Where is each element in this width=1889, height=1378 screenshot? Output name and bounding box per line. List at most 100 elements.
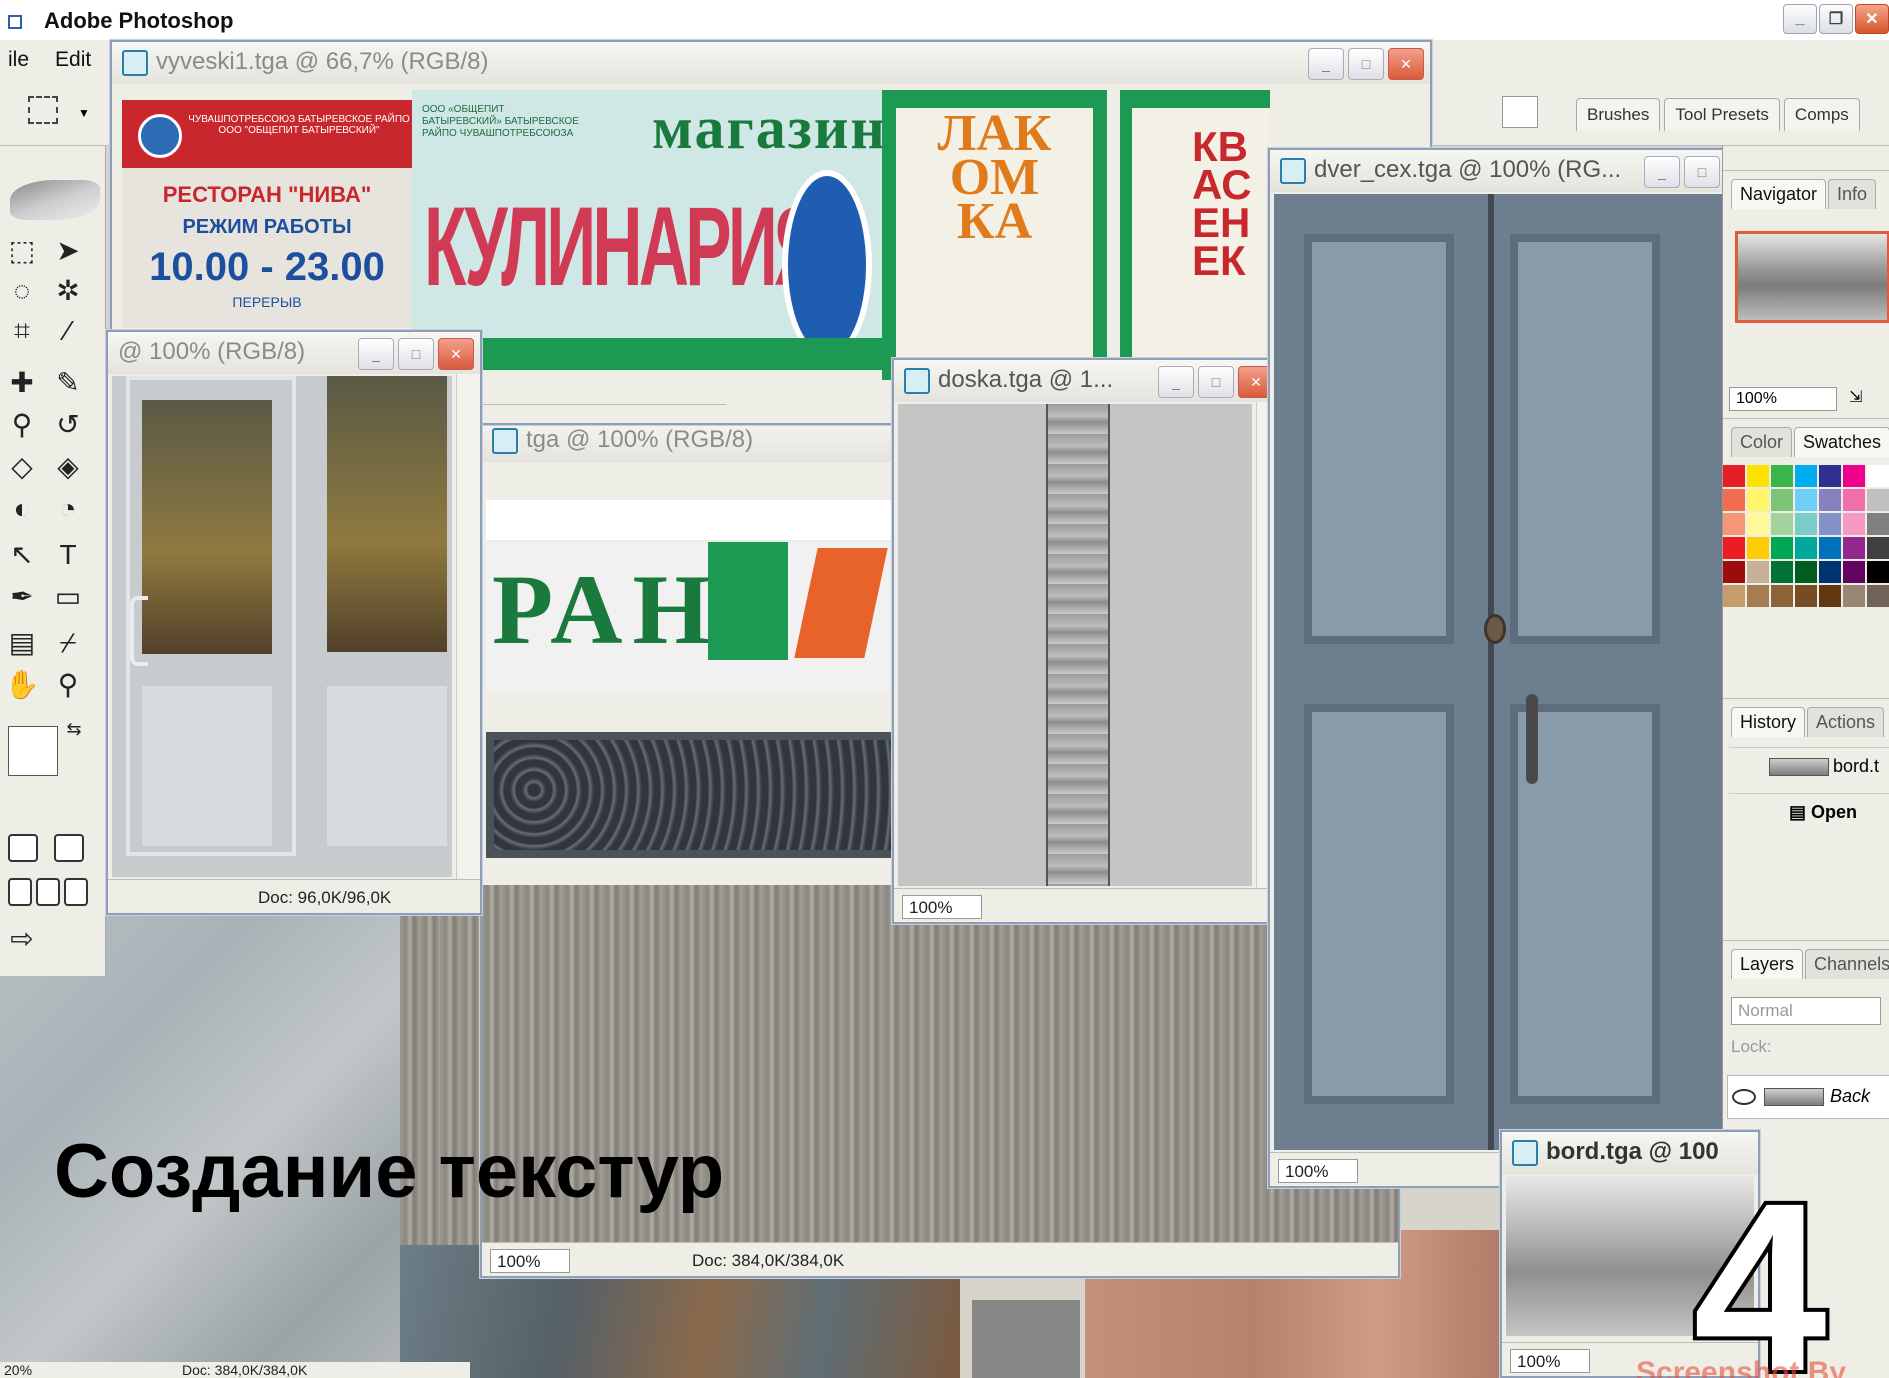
swatch-cell[interactable] (1867, 561, 1889, 583)
swatch-cell[interactable] (1867, 489, 1889, 511)
move-tool-icon[interactable]: ➤ (50, 234, 86, 268)
swatch-cell[interactable] (1723, 465, 1745, 487)
tab-comps[interactable]: Comps (1783, 98, 1860, 131)
swatch-cell[interactable] (1795, 585, 1817, 607)
swatch-cell[interactable] (1843, 585, 1865, 607)
stamp-tool-icon[interactable]: ⚲ (4, 408, 40, 442)
swatch-cell[interactable] (1747, 537, 1769, 559)
swatch-cell[interactable] (1819, 561, 1841, 583)
pen-tool-icon[interactable]: ✒ (4, 580, 40, 614)
navigator-zoom-field[interactable]: 100% (1729, 387, 1837, 411)
swatch-cell[interactable] (1819, 513, 1841, 535)
zoom-tool-icon[interactable]: ⚲ (50, 668, 86, 702)
screen-mode-standard-button[interactable] (8, 878, 32, 906)
zoom-field[interactable]: 100% (1278, 1159, 1358, 1183)
close-button[interactable]: ✕ (1388, 48, 1424, 80)
tab-brushes[interactable]: Brushes (1576, 98, 1661, 131)
quick-mask-button[interactable] (54, 834, 84, 862)
swatch-cell[interactable] (1843, 489, 1865, 511)
swatch-cell[interactable] (1795, 465, 1817, 487)
crop-tool-icon[interactable]: ⌗ (4, 314, 40, 348)
swatch-cell[interactable] (1723, 537, 1745, 559)
zoom-field[interactable]: 100% (902, 895, 982, 919)
swatch-cell[interactable] (1771, 513, 1793, 535)
maximize-button[interactable]: □ (1348, 48, 1384, 80)
swatch-cell[interactable] (1795, 561, 1817, 583)
swap-colors-icon[interactable]: ⇆ (56, 712, 92, 746)
doc-window-dver[interactable]: dver_cex.tga @ 100% (RG... _ □ 100% (1268, 148, 1728, 1188)
history-brush-icon[interactable]: ↺ (50, 408, 86, 442)
zoom-out-icon[interactable]: ⇲ (1849, 387, 1862, 407)
tab-history[interactable]: History (1731, 707, 1806, 737)
swatch-cell[interactable] (1747, 585, 1769, 607)
type-tool-icon[interactable]: T (50, 538, 86, 572)
minimize-button[interactable]: _ (1308, 48, 1344, 80)
menu-edit[interactable]: Edit (55, 48, 91, 82)
swatch-cell[interactable] (1819, 585, 1841, 607)
brush-tool-icon[interactable]: ✎ (50, 366, 86, 400)
zoom-field[interactable]: 100% (1510, 1349, 1590, 1373)
doc-window-doska[interactable]: doska.tga @ 1... _ □ ✕ 100% (892, 358, 1282, 924)
swatch-cell[interactable] (1747, 561, 1769, 583)
tab-channels[interactable]: Channels (1805, 949, 1889, 979)
lasso-tool-icon[interactable]: ◌ (4, 274, 40, 308)
blend-mode-select[interactable]: Normal (1731, 997, 1881, 1025)
minimize-button[interactable]: _ (1644, 156, 1680, 188)
swatch-cell[interactable] (1843, 465, 1865, 487)
swatch-cell[interactable] (1867, 465, 1889, 487)
close-button[interactable]: ✕ (1855, 4, 1889, 34)
swatch-cell[interactable] (1867, 585, 1889, 607)
swatch-cell[interactable] (1723, 561, 1745, 583)
magic-wand-icon[interactable]: ✲ (50, 274, 86, 308)
history-snapshot[interactable]: bord.t (1729, 747, 1889, 787)
zoom-field[interactable]: 100% (490, 1249, 570, 1273)
minimize-button[interactable]: _ (1158, 366, 1194, 398)
swatch-cell[interactable] (1723, 489, 1745, 511)
standard-mode-button[interactable] (8, 834, 38, 862)
swatch-cell[interactable] (1771, 537, 1793, 559)
swatch-cell[interactable] (1723, 585, 1745, 607)
eyedropper-icon[interactable]: ⌿ (50, 626, 86, 660)
hand-tool-icon[interactable]: ✋ (4, 668, 40, 702)
history-state[interactable]: ▤ Open (1729, 793, 1889, 833)
maximize-button[interactable]: □ (1198, 366, 1234, 398)
swatch-cell[interactable] (1795, 537, 1817, 559)
minimize-button[interactable]: _ (358, 338, 394, 370)
swatches-grid[interactable] (1723, 465, 1889, 607)
swatch-cell[interactable] (1771, 561, 1793, 583)
swatch-cell[interactable] (1843, 537, 1865, 559)
swatch-cell[interactable] (1771, 585, 1793, 607)
swatch-cell[interactable] (1843, 561, 1865, 583)
eye-icon[interactable] (1732, 1089, 1756, 1106)
screen-mode-full-button[interactable] (64, 878, 88, 906)
swatch-cell[interactable] (1723, 513, 1745, 535)
tab-color[interactable]: Color (1731, 427, 1793, 457)
eraser-tool-icon[interactable]: ◇ (4, 450, 40, 484)
marquee-tool-preset-icon[interactable] (28, 96, 58, 124)
jump-to-imageready-icon[interactable]: ⇨ (4, 922, 40, 956)
swatch-cell[interactable] (1819, 537, 1841, 559)
minimize-button[interactable]: _ (1783, 4, 1817, 34)
menu-file[interactable]: ile (8, 48, 29, 82)
maximize-button[interactable]: □ (1684, 156, 1720, 188)
swatch-cell[interactable] (1819, 465, 1841, 487)
swatch-cell[interactable] (1747, 465, 1769, 487)
swatch-cell[interactable] (1819, 489, 1841, 511)
swatch-cell[interactable] (1795, 513, 1817, 535)
shape-tool-icon[interactable]: ▭ (50, 580, 86, 614)
maximize-button[interactable]: □ (398, 338, 434, 370)
swatch-cell[interactable] (1747, 513, 1769, 535)
tab-info[interactable]: Info (1828, 179, 1877, 209)
close-button[interactable]: ✕ (438, 338, 474, 370)
slice-tool-icon[interactable]: ⁄ (50, 314, 86, 348)
screen-mode-full-menu-button[interactable] (36, 878, 60, 906)
notes-tool-icon[interactable]: ▤ (4, 626, 40, 660)
foreground-color-swatch[interactable] (8, 726, 58, 776)
swatch-cell[interactable] (1771, 465, 1793, 487)
scrollbar-vertical[interactable] (456, 374, 480, 879)
dodge-tool-icon[interactable]: ◔ (50, 492, 86, 526)
tab-tool-presets[interactable]: Tool Presets (1664, 98, 1780, 131)
blur-tool-icon[interactable]: ◐ (4, 492, 40, 526)
layer-row[interactable]: Back (1727, 1075, 1889, 1119)
swatch-cell[interactable] (1867, 537, 1889, 559)
